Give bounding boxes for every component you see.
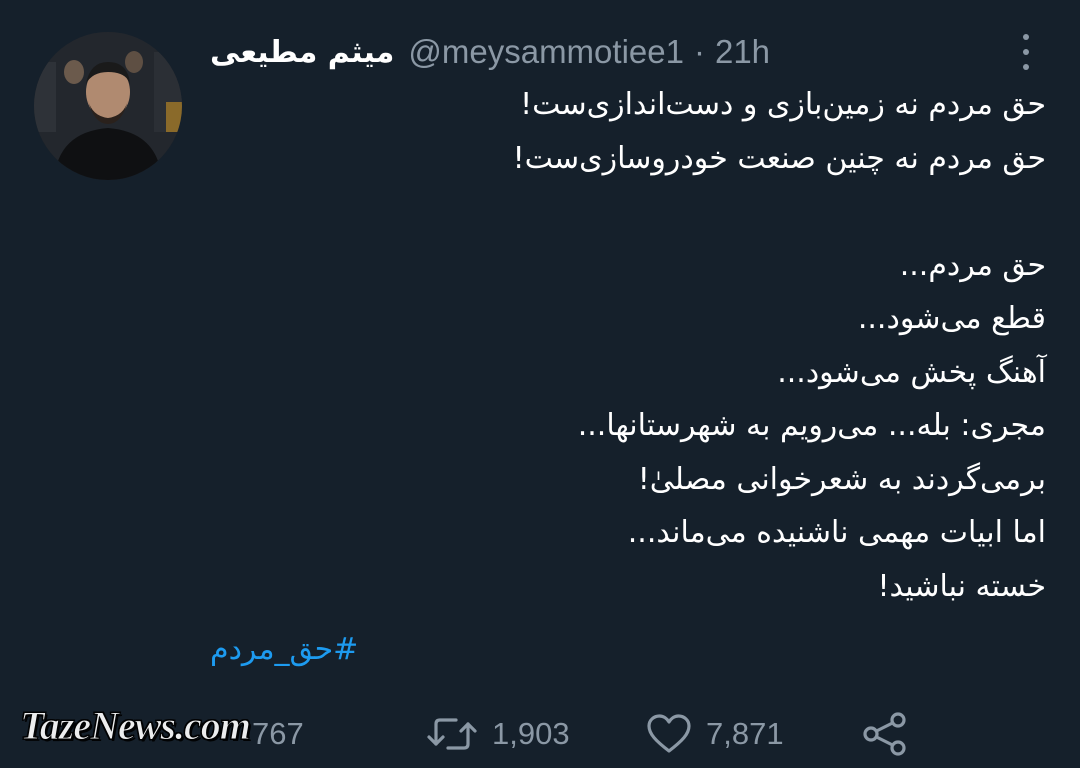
hashtag-link[interactable]: #حق_مردم: [210, 632, 358, 667]
more-dot: [1023, 64, 1029, 70]
tweet-line: اما ابیات مهمی ناشنیده می‌ماند...: [627, 515, 1046, 550]
tweet-timestamp[interactable]: 21h: [715, 33, 770, 71]
share-button[interactable]: [860, 707, 910, 761]
like-count: 7,871: [706, 716, 784, 751]
tweet-line: حق مردم نه چنین صنعت خودروسازی‌ست!: [512, 140, 1046, 176]
tweet-line: حق مردم...: [899, 247, 1046, 283]
tweet-line: مجری: بله... می‌رویم به شهرستانها...: [577, 408, 1046, 443]
more-vertical-icon: [1023, 34, 1029, 40]
retweet-count: 1,903: [492, 716, 570, 751]
more-options-button[interactable]: [1016, 32, 1036, 72]
reply-count: 767: [252, 716, 304, 751]
tweet-line: حق مردم نه زمین‌بازی و دست‌اندازی‌ست!: [520, 87, 1046, 122]
heart-icon: [647, 714, 691, 753]
tweet-line: برمی‌گردند به شعرخوانی مصلیٰ!: [637, 461, 1046, 497]
like-button[interactable]: 7,871: [646, 707, 784, 761]
author-display-name[interactable]: میثم مطیعی: [210, 35, 394, 70]
tweet-action-bar: 767 1,903 7,871: [0, 707, 1080, 761]
reply-button[interactable]: 767: [238, 707, 304, 761]
more-dot: [1023, 49, 1029, 55]
avatar[interactable]: [34, 32, 182, 180]
tweet-line: آهنگ پخش می‌شود...: [777, 354, 1046, 390]
tweet-header: میثم مطیعی @meysammotiee1 · 21h: [210, 28, 770, 76]
author-handle[interactable]: @meysammotiee1: [408, 33, 684, 71]
tweet-line: قطع می‌شود...: [857, 301, 1046, 336]
retweet-icon: [427, 718, 477, 750]
avatar-photo: [34, 32, 182, 180]
tweet-text: حق مردم نه زمین‌بازی و دست‌اندازی‌ست! حق…: [216, 78, 1046, 613]
separator-dot: ·: [693, 33, 705, 70]
share-icon: [863, 712, 906, 756]
tweet-line: خسته نباشید!: [877, 568, 1047, 604]
retweet-button[interactable]: 1,903: [426, 707, 570, 761]
